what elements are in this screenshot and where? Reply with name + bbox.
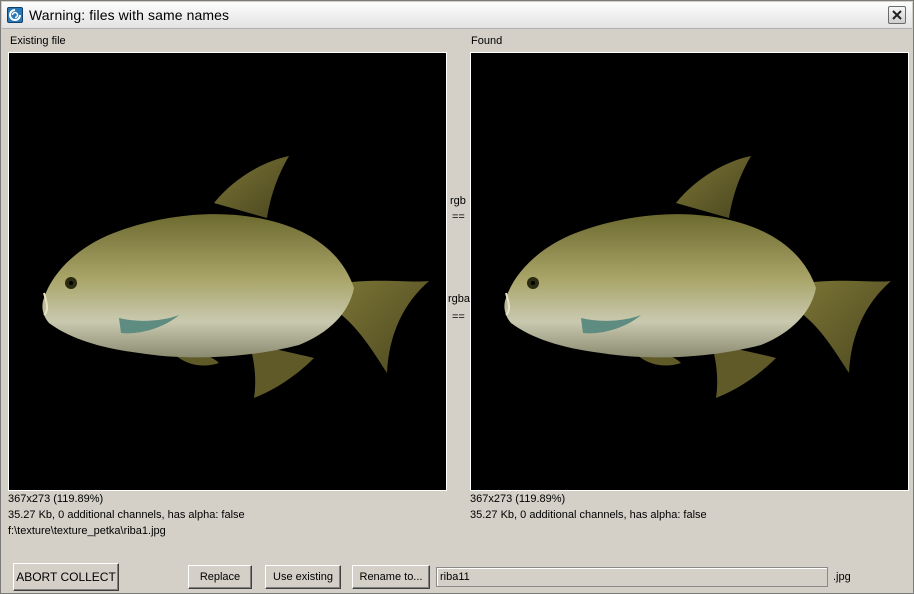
fish-image [42, 156, 429, 398]
use-existing-button[interactable]: Use existing [265, 565, 341, 589]
existing-file-info: 35.27 Kb, 0 additional channels, has alp… [8, 509, 245, 521]
existing-file-path: f:\texture\texture_petka\riba1.jpg [8, 525, 166, 537]
existing-dimensions: 367x273 (119.89%) [8, 493, 104, 505]
rgb-compare-result: == [452, 211, 465, 223]
found-dimensions: 367x273 (119.89%) [470, 493, 566, 505]
close-icon [892, 10, 902, 20]
app-icon [7, 7, 23, 23]
rgb-compare-label: rgb [450, 195, 466, 207]
close-button[interactable] [888, 6, 906, 24]
dialog-window: Warning: files with same names Existing … [0, 0, 914, 594]
rgba-compare-label: rgba [448, 293, 471, 305]
rename-extension: .jpg [833, 571, 851, 583]
rename-field[interactable] [436, 567, 828, 587]
found-file-info: 35.27 Kb, 0 additional channels, has alp… [470, 509, 707, 521]
existing-image-preview [8, 52, 447, 491]
replace-button[interactable]: Replace [188, 565, 252, 589]
window-title: Warning: files with same names [29, 7, 230, 23]
title-bar[interactable]: Warning: files with same names [2, 2, 912, 29]
found-image-preview [470, 52, 909, 491]
rgba-compare-result: == [452, 311, 465, 323]
existing-file-label: Existing file [10, 35, 66, 47]
found-label: Found [471, 35, 503, 47]
fish-image [504, 156, 891, 398]
abort-collect-button[interactable]: ABORT COLLECT [13, 563, 119, 591]
rename-button[interactable]: Rename to... [352, 565, 430, 589]
